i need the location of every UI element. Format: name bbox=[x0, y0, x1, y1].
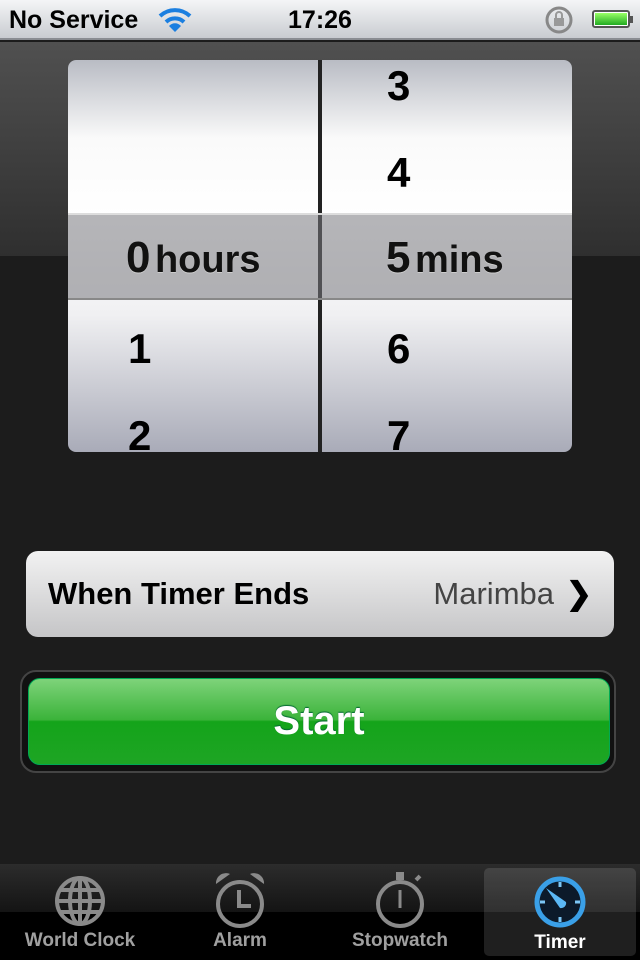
tab-label: World Clock bbox=[24, 930, 136, 951]
hours-option[interactable]: 2 bbox=[128, 412, 151, 452]
chevron-right-icon: ❯ bbox=[566, 576, 592, 611]
selection-indicator: 0 hours 5 mins bbox=[68, 213, 572, 300]
stopwatch-icon bbox=[376, 872, 424, 928]
minutes-option[interactable]: 7 bbox=[387, 412, 410, 452]
tab-label: Alarm bbox=[213, 930, 267, 951]
timer-icon bbox=[534, 876, 586, 928]
selected-minutes: 5 bbox=[386, 233, 411, 282]
minutes-option[interactable]: 4 bbox=[387, 149, 410, 197]
start-button[interactable]: Start bbox=[28, 678, 610, 765]
rotation-lock-icon bbox=[545, 6, 573, 34]
start-button-well: Start bbox=[20, 670, 616, 773]
minutes-unit: mins bbox=[414, 239, 504, 281]
hours-option[interactable]: 1 bbox=[128, 325, 151, 373]
minutes-option[interactable]: 3 bbox=[387, 62, 410, 110]
tab-label: Stopwatch bbox=[351, 930, 449, 951]
status-bar: No Service 17:26 bbox=[0, 0, 640, 40]
sound-value: Marimba bbox=[433, 576, 555, 611]
alarm-clock-icon bbox=[215, 873, 265, 928]
tab-timer[interactable]: Timer bbox=[484, 868, 636, 956]
minutes-option[interactable]: 6 bbox=[387, 325, 410, 373]
when-timer-ends-row[interactable]: When Timer Ends Marimba ❯ bbox=[26, 551, 614, 637]
hours-unit: hours bbox=[154, 239, 261, 281]
tab-bar: World Clock Alarm Stopwatch Timer bbox=[0, 864, 640, 960]
when-timer-ends-label: When Timer Ends bbox=[48, 576, 310, 611]
tab-stopwatch[interactable]: Stopwatch bbox=[324, 868, 476, 956]
tab-alarm[interactable]: Alarm bbox=[164, 868, 316, 956]
duration-picker[interactable]: 1 2 3 4 6 7 0 hours 5 mins bbox=[68, 60, 572, 452]
battery-icon bbox=[592, 10, 633, 28]
selected-hours: 0 bbox=[126, 233, 151, 282]
tab-label: Timer bbox=[534, 932, 586, 953]
globe-icon bbox=[55, 876, 105, 926]
tab-world-clock[interactable]: World Clock bbox=[4, 868, 156, 956]
